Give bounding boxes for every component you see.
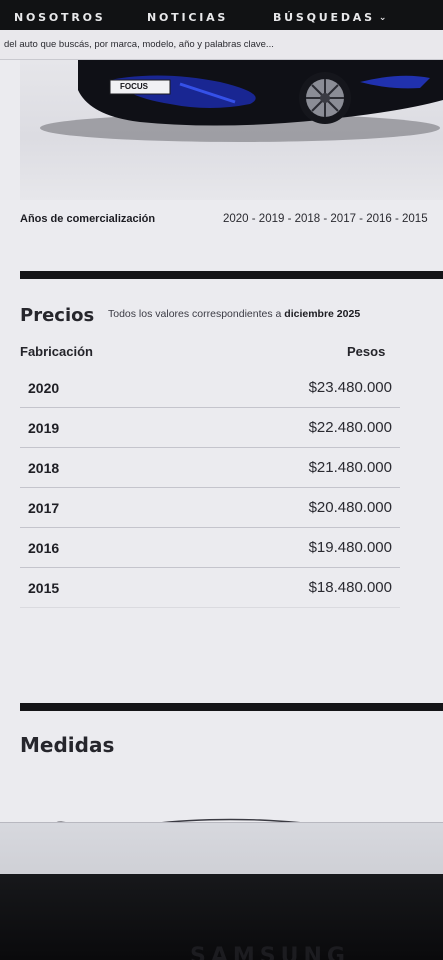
table-row: 2017 $20.480.000 <box>20 488 400 528</box>
bottom-bar <box>0 822 443 874</box>
table-row: 2016 $19.480.000 <box>20 528 400 568</box>
years-row: Años de comercialización 2020 - 2019 - 2… <box>20 210 443 232</box>
device-brand-logo: SAMSUNG <box>190 944 350 960</box>
column-header-fabricacion: Fabricación <box>20 344 93 359</box>
column-header-pesos: Pesos <box>347 344 386 359</box>
years-label: Años de comercialización <box>20 213 156 225</box>
table-row: 2018 $21.480.000 <box>20 448 400 488</box>
row-year: 2017 <box>28 500 60 516</box>
prices-note-date: diciembre 2025 <box>284 308 361 320</box>
price-table: 2020 $23.480.000 2019 $22.480.000 2018 $… <box>20 368 400 608</box>
prices-note: Todos los valores correspondientes a dic… <box>108 308 360 320</box>
row-amount: $19.480.000 <box>308 539 392 556</box>
license-plate-text: FOCUS <box>120 82 148 91</box>
section-divider <box>20 703 443 711</box>
row-amount: $20.480.000 <box>308 499 392 516</box>
nav-item-nosotros[interactable]: NOSOTROS <box>14 11 105 24</box>
row-year: 2019 <box>28 420 60 436</box>
top-navigation: NOSOTROS NOTICIAS BÚSQUEDAS ⌄ <box>0 0 443 30</box>
row-amount: $22.480.000 <box>308 419 392 436</box>
row-year: 2018 <box>28 460 60 476</box>
search-bar[interactable]: del auto que buscás, por marca, modelo, … <box>0 30 443 60</box>
prices-title: Precios <box>20 305 95 326</box>
prices-note-prefix: Todos los valores correspondientes a <box>108 308 282 320</box>
section-divider <box>20 271 443 279</box>
nav-item-noticias[interactable]: NOTICIAS <box>147 11 228 24</box>
row-amount: $21.480.000 <box>308 459 392 476</box>
nav-item-busquedas-label: BÚSQUEDAS <box>273 11 375 24</box>
table-row: 2015 $18.480.000 <box>20 568 400 608</box>
row-year: 2020 <box>28 380 60 396</box>
measures-title: Medidas <box>20 733 115 757</box>
row-year: 2015 <box>28 580 60 596</box>
car-photo-graphic <box>40 60 443 142</box>
chevron-down-icon: ⌄ <box>378 13 387 23</box>
years-values: 2020 - 2019 - 2018 - 2017 - 2016 - 2015 <box>223 213 428 225</box>
search-input[interactable]: del auto que buscás, por marca, modelo, … <box>4 39 274 50</box>
car-image: FOCUS <box>20 60 443 200</box>
nav-item-busquedas[interactable]: BÚSQUEDAS ⌄ <box>273 11 386 24</box>
page-content: FOCUS Años de comercialización 2020 - 20… <box>0 60 443 870</box>
row-year: 2016 <box>28 540 60 556</box>
row-amount: $23.480.000 <box>308 379 392 396</box>
table-row: 2019 $22.480.000 <box>20 408 400 448</box>
row-amount: $18.480.000 <box>308 579 392 596</box>
table-row: 2020 $23.480.000 <box>20 368 400 408</box>
